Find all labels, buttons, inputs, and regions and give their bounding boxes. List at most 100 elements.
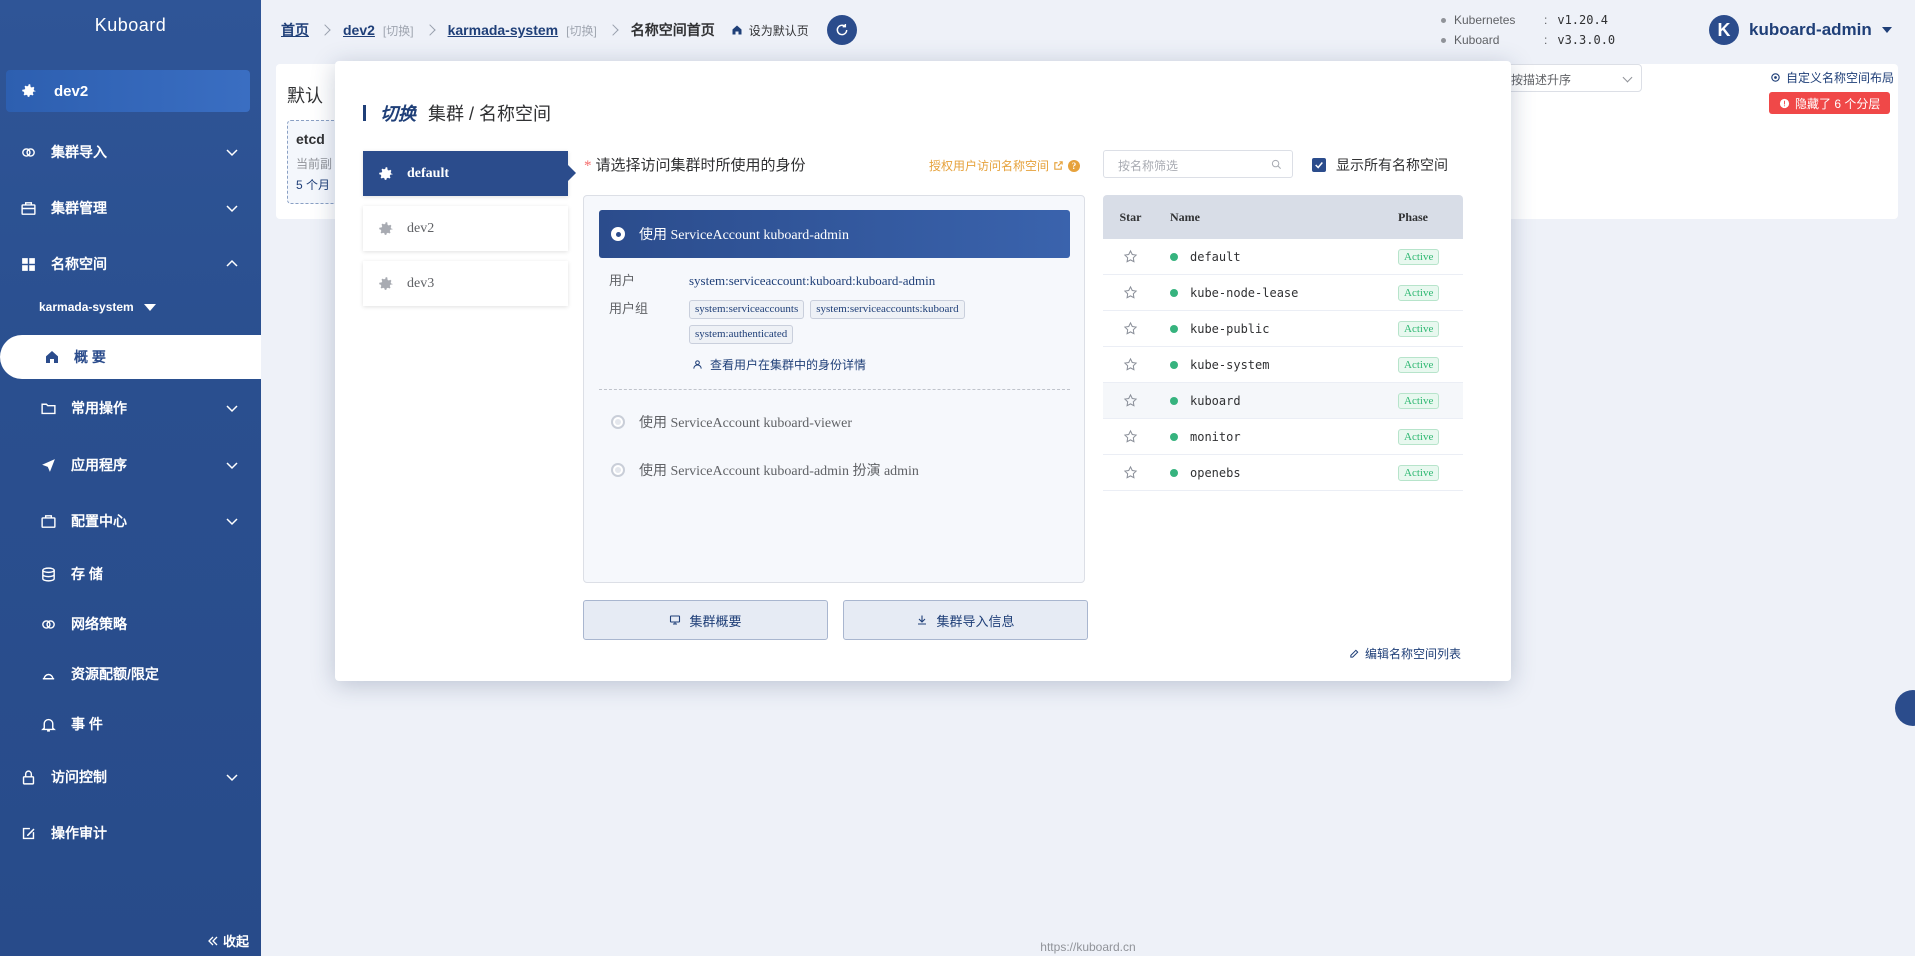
star-icon[interactable]: [1103, 465, 1158, 480]
namespace-name: kube-system: [1190, 357, 1270, 372]
caret-down-icon: [143, 303, 156, 311]
table-row[interactable]: default Active: [1103, 239, 1463, 275]
chevron-right-icon: [423, 24, 436, 36]
status-badge: Active: [1398, 284, 1440, 301]
breadcrumb-namespace[interactable]: karmada-system: [448, 22, 559, 38]
namespace-name-cell: kube-public: [1158, 322, 1398, 336]
breadcrumb-cluster[interactable]: dev2: [343, 22, 375, 38]
switch-namespace-link[interactable]: [切换]: [566, 22, 597, 39]
chat-icon[interactable]: [1895, 690, 1915, 726]
dialog-title-emphasis: 切换: [380, 104, 416, 124]
table-row[interactable]: monitor Active: [1103, 419, 1463, 455]
sort-select[interactable]: 按描述升序: [1500, 64, 1642, 92]
folder-icon: [41, 403, 56, 414]
kubernetes-label: Kubernetes: [1454, 13, 1516, 27]
cluster-overview-button[interactable]: 集群概要: [583, 600, 828, 640]
refresh-button[interactable]: [826, 15, 857, 45]
status-dot: [1170, 432, 1178, 441]
group-tag: system:serviceaccounts: [689, 300, 805, 319]
menu-audit[interactable]: 操作审计: [0, 811, 261, 855]
column-header-phase: Phase: [1398, 209, 1428, 224]
identity-option-impersonate-admin[interactable]: 使用 ServiceAccount kuboard-admin 扮演 admin: [611, 460, 919, 480]
edit-icon: [22, 827, 35, 839]
show-all-namespaces-checkbox[interactable]: 显示所有名称空间: [1312, 155, 1448, 175]
status-badge: Active: [1398, 464, 1440, 481]
namespace-selector[interactable]: karmada-system: [39, 300, 156, 314]
authorize-user-link[interactable]: 授权用户访问名称空间 ?: [929, 157, 1081, 174]
menu-label: 存 储: [71, 566, 103, 582]
menu-common-ops[interactable]: 常用操作: [0, 386, 261, 430]
star-icon[interactable]: [1103, 249, 1158, 264]
chevron-down-icon: [226, 774, 238, 782]
table-row[interactable]: kube-system Active: [1103, 347, 1463, 383]
menu-label: 事 件: [71, 716, 103, 732]
menu-label: 集群管理: [51, 200, 107, 216]
star-icon[interactable]: [1103, 285, 1158, 300]
link-icon: [22, 147, 35, 157]
custom-layout-label: 自定义名称空间布局: [1786, 71, 1895, 85]
title-bar: [363, 105, 366, 121]
hidden-layers-badge[interactable]: 隐藏了 6 个分层: [1769, 92, 1891, 114]
table-row[interactable]: kuboard Active: [1103, 383, 1463, 419]
cluster-import-info-button[interactable]: 集群导入信息: [843, 600, 1088, 640]
menu-cluster-import[interactable]: 集群导入: [0, 130, 261, 174]
namespace-search-input[interactable]: 按名称筛选: [1103, 150, 1293, 178]
user-menu[interactable]: K kuboard-admin: [1709, 15, 1892, 45]
cluster-item-dev2[interactable]: dev2: [363, 206, 568, 251]
cluster-list: default dev2 dev3: [363, 151, 576, 316]
avatar: K: [1709, 15, 1739, 45]
menu-apps[interactable]: 应用程序: [0, 443, 261, 487]
group-label: 用户组: [609, 301, 649, 316]
phase-cell: Active: [1398, 464, 1463, 481]
table-row[interactable]: openebs Active: [1103, 455, 1463, 491]
menu-namespace[interactable]: 名称空间: [0, 242, 261, 286]
group-tag: system:authenticated: [689, 325, 794, 344]
sidebar: Kuboard dev2 集群导入 集群管理 名称空间 karmada-syst…: [0, 0, 261, 956]
table-row[interactable]: kube-public Active: [1103, 311, 1463, 347]
star-icon[interactable]: [1103, 321, 1158, 336]
cluster-item-default[interactable]: default: [363, 151, 576, 196]
identity-option-kuboard-viewer[interactable]: 使用 ServiceAccount kuboard-viewer: [611, 412, 852, 432]
identity-detail-link[interactable]: 查看用户在集群中的身份详情: [692, 356, 866, 373]
star-icon[interactable]: [1103, 393, 1158, 408]
alert-icon: [1779, 98, 1790, 108]
menu-label: 网络策略: [71, 616, 127, 632]
menu-events[interactable]: 事 件: [0, 702, 261, 746]
help-icon[interactable]: ?: [1068, 159, 1081, 172]
database-icon: [42, 566, 55, 582]
set-default-label: 设为默认页: [748, 23, 809, 38]
set-default-page-button[interactable]: 设为默认页: [731, 22, 809, 39]
menu-storage[interactable]: 存 储: [0, 552, 261, 596]
hidden-layers-label: 隐藏了 6 个分层: [1795, 96, 1881, 111]
namespace-name: kube-node-lease: [1190, 285, 1299, 300]
edit-namespace-list-link[interactable]: 编辑名称空间列表: [1349, 645, 1461, 662]
menu-network-policy[interactable]: 网络策略: [0, 602, 261, 646]
separator: :: [1544, 13, 1548, 27]
namespace-name-cell: kube-node-lease: [1158, 286, 1398, 300]
etcd-line1: 当前副: [296, 157, 333, 171]
identity-prompt-text: 请选择访问集群时所使用的身份: [595, 158, 806, 174]
menu-overview[interactable]: 概 要: [0, 335, 261, 379]
namespace-name: kuboard: [1190, 393, 1241, 408]
topbar: 首页 dev2 [切换] karmada-system [切换] 名称空间首页 …: [261, 0, 1915, 60]
star-icon[interactable]: [1103, 357, 1158, 372]
identity-option-kuboard-admin[interactable]: 使用 ServiceAccount kuboard-admin: [599, 210, 1070, 258]
menu-access-control[interactable]: 访问控制: [0, 755, 261, 799]
menu-quota[interactable]: 资源配额/限定: [0, 652, 261, 696]
edit-icon: [1350, 649, 1359, 658]
switch-cluster-link[interactable]: [切换]: [383, 22, 414, 39]
breadcrumb-home[interactable]: 首页: [281, 20, 309, 40]
menu-cluster-manage[interactable]: 集群管理: [0, 186, 261, 230]
checkbox-checked-icon: [1312, 158, 1326, 172]
chevron-down-icon: [226, 405, 238, 413]
star-icon[interactable]: [1103, 429, 1158, 444]
menu-config-center[interactable]: 配置中心: [0, 499, 261, 543]
refresh-icon: [836, 24, 848, 36]
chevron-right-icon: [319, 24, 331, 36]
custom-layout-link[interactable]: 自定义名称空间布局: [1770, 69, 1894, 86]
user-value: system:serviceaccount:kuboard:kuboard-ad…: [689, 273, 936, 288]
current-cluster[interactable]: dev2: [6, 70, 250, 112]
cluster-item-dev3[interactable]: dev3: [363, 261, 568, 306]
table-row[interactable]: kube-node-lease Active: [1103, 275, 1463, 311]
footer-link[interactable]: https://kuboard.cn: [0, 940, 1915, 954]
